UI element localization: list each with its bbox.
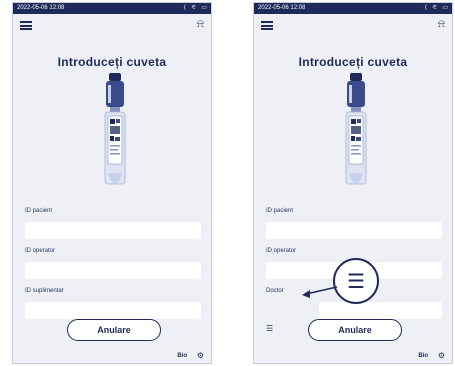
callout-arrow (302, 286, 338, 298)
